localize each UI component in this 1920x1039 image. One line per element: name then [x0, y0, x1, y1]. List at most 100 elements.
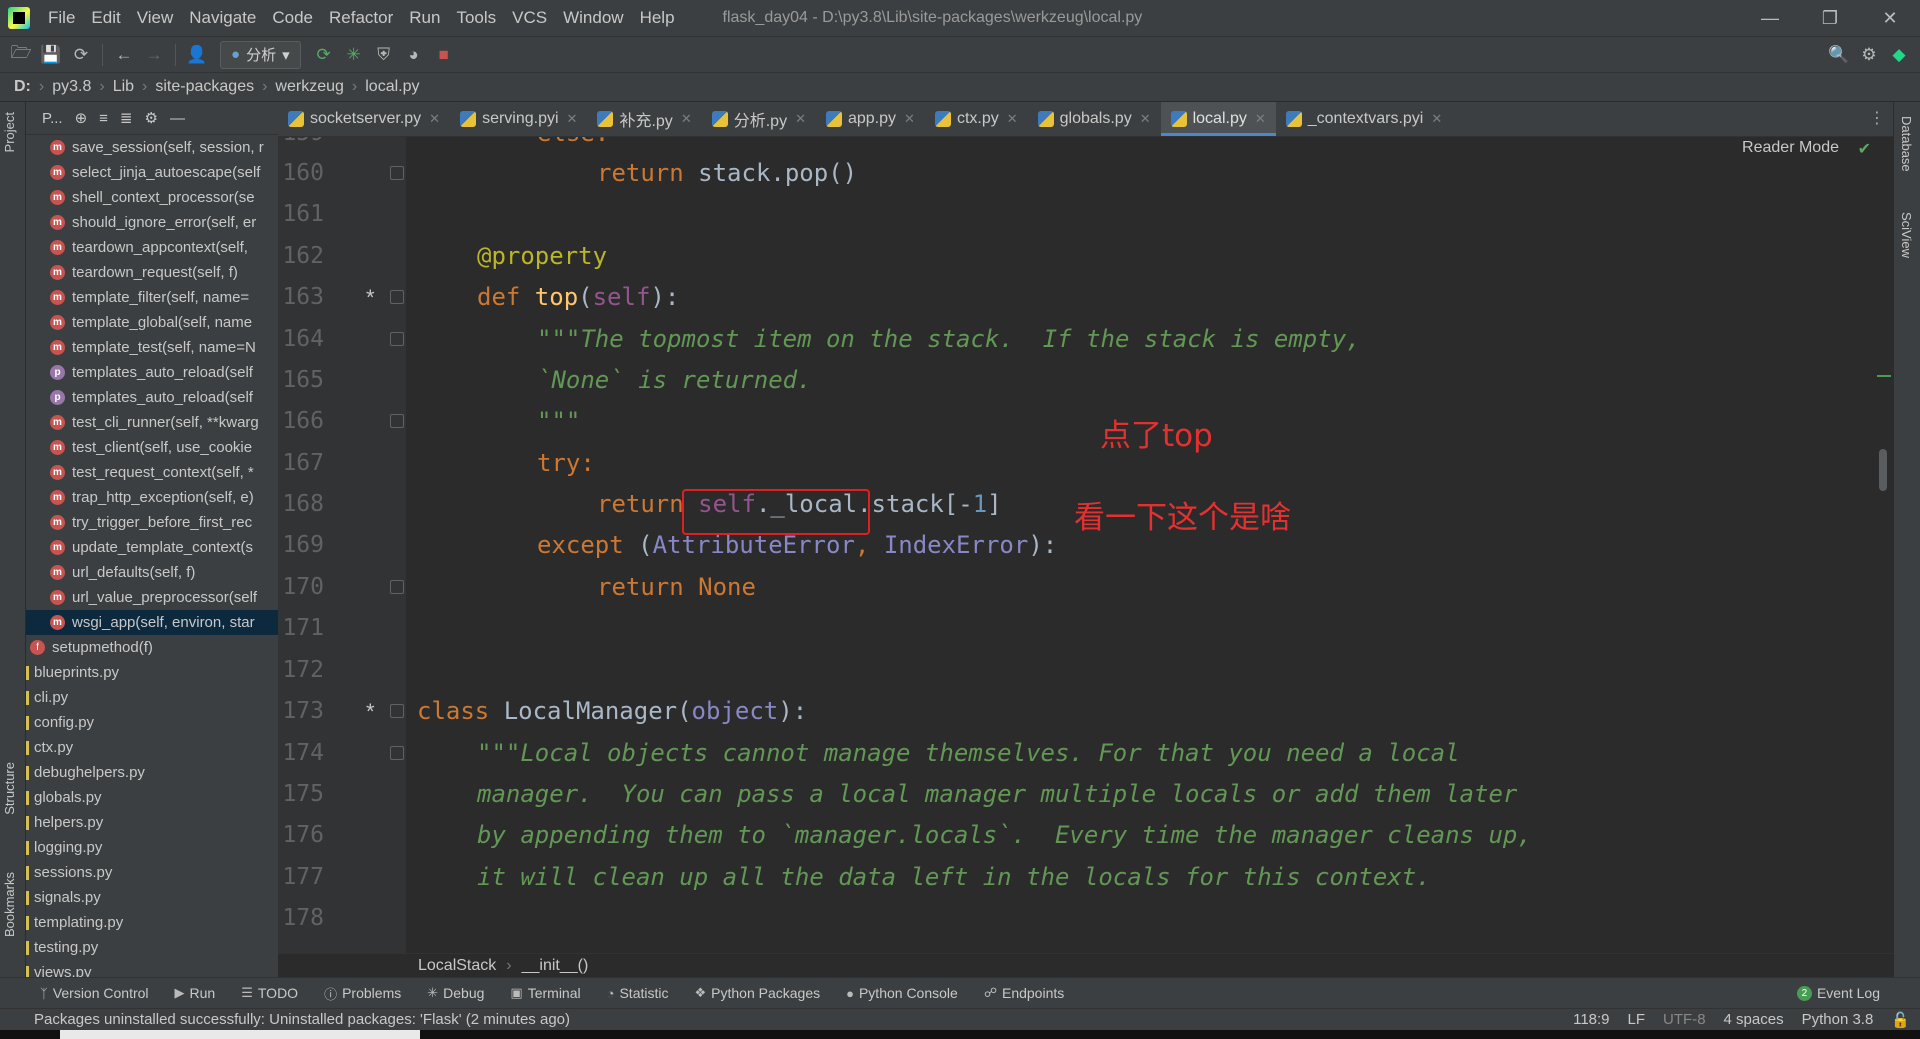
close-tab-icon[interactable]: ✕: [795, 111, 806, 127]
tree-item[interactable]: views.py: [26, 960, 278, 977]
expand-all-icon[interactable]: ≡: [99, 110, 108, 127]
menu-navigate[interactable]: Navigate: [181, 8, 264, 28]
tree-item[interactable]: m template_global(self, name: [26, 310, 278, 335]
crumb-lib[interactable]: Lib: [113, 78, 134, 96]
close-window-button[interactable]: ✕: [1860, 0, 1920, 36]
close-tab-icon[interactable]: ✕: [1140, 111, 1151, 127]
editor-tab[interactable]: 补充.py ✕: [587, 102, 701, 136]
tree-item[interactable]: m test_request_context(self, *: [26, 460, 278, 485]
tree-item[interactable]: m try_trigger_before_first_rec: [26, 510, 278, 535]
tree-item[interactable]: m wsgi_app(self, environ, star: [26, 610, 278, 635]
tree-item[interactable]: debughelpers.py: [26, 760, 278, 785]
tool-debug[interactable]: ✳ Debug: [427, 985, 484, 1001]
tool-todo[interactable]: ☰ TODO: [241, 985, 298, 1001]
menu-view[interactable]: View: [129, 8, 182, 28]
tree-item[interactable]: cli.py: [26, 685, 278, 710]
code-editor[interactable]: 159 160 161 162 163 164 165 166 167 168 169 170 171 1…: [278, 137, 1893, 953]
tree-item[interactable]: m test_client(self, use_cookie: [26, 435, 278, 460]
caret-position[interactable]: 118:9: [1573, 1011, 1609, 1029]
tab-list-menu-icon[interactable]: ⋮: [1869, 108, 1885, 128]
file-encoding[interactable]: UTF-8: [1663, 1011, 1706, 1029]
tree-item[interactable]: blueprints.py: [26, 660, 278, 685]
tool-endpoints[interactable]: ☍ Endpoints: [984, 985, 1064, 1001]
crumb-site-packages[interactable]: site-packages: [155, 78, 254, 96]
editor-scrollbar[interactable]: [1879, 449, 1887, 491]
close-tab-icon[interactable]: ✕: [681, 111, 692, 127]
forward-arrow-icon[interactable]: →: [139, 40, 169, 70]
editor-tab[interactable]: 分析.py ✕: [702, 102, 816, 136]
editor-tab[interactable]: local.py ✕: [1160, 102, 1276, 136]
crumb-init[interactable]: __init__(): [522, 957, 589, 975]
rerun-icon[interactable]: ⟳: [309, 40, 339, 70]
crumb-localstack[interactable]: LocalStack: [418, 957, 496, 975]
crumb-local-py[interactable]: local.py: [365, 78, 419, 96]
minimize-button[interactable]: —: [1740, 0, 1800, 36]
tree-item[interactable]: config.py: [26, 710, 278, 735]
database-side-tab[interactable]: Database: [1899, 116, 1914, 172]
status-message[interactable]: Packages uninstalled successfully: Unins…: [34, 1011, 570, 1028]
project-view-select[interactable]: P...: [42, 110, 63, 127]
search-icon[interactable]: 🔍: [1824, 40, 1854, 70]
open-folder-icon[interactable]: 🗁: [6, 40, 36, 70]
tool-python-packages[interactable]: ❖ Python Packages: [694, 985, 820, 1001]
tree-item[interactable]: m test_cli_runner(self, **kwarg: [26, 410, 278, 435]
tree-item[interactable]: m update_template_context(s: [26, 535, 278, 560]
editor-tab[interactable]: app.py ✕: [816, 102, 925, 136]
back-arrow-icon[interactable]: ←: [109, 40, 139, 70]
stop-icon[interactable]: ■: [429, 40, 459, 70]
settings-gear-icon[interactable]: ⚙: [1854, 40, 1884, 70]
fold-marker-icon[interactable]: [390, 704, 404, 718]
lock-icon[interactable]: 🔓: [1891, 1011, 1910, 1029]
tree-item[interactable]: helpers.py: [26, 810, 278, 835]
taskbar-window[interactable]: [60, 1030, 420, 1039]
fold-marker-icon[interactable]: [390, 290, 404, 304]
code-class-localmanager[interactable]: LocalManager: [504, 697, 677, 725]
collapse-all-icon[interactable]: ≣: [120, 109, 133, 127]
crumb-py38[interactable]: py3.8: [52, 78, 91, 96]
close-tab-icon[interactable]: ✕: [1255, 111, 1266, 127]
inspection-ok-icon[interactable]: ✔: [1858, 139, 1871, 159]
user-icon[interactable]: 👤: [182, 40, 212, 70]
menu-file[interactable]: File: [40, 8, 83, 28]
locate-icon[interactable]: ⊕: [75, 109, 88, 127]
tree-item[interactable]: m should_ignore_error(self, er: [26, 210, 278, 235]
fold-marker-icon[interactable]: [390, 332, 404, 346]
tree-item[interactable]: m shell_context_processor(se: [26, 185, 278, 210]
menu-tools[interactable]: Tools: [448, 8, 504, 28]
menu-refactor[interactable]: Refactor: [321, 8, 401, 28]
project-side-tab[interactable]: Project: [2, 112, 17, 152]
tree-item[interactable]: logging.py: [26, 835, 278, 860]
tree-item[interactable]: signals.py: [26, 885, 278, 910]
editor-tab[interactable]: _contextvars.pyi ✕: [1276, 102, 1453, 136]
tree-item[interactable]: p templates_auto_reload(self: [26, 360, 278, 385]
fold-marker-icon[interactable]: [390, 414, 404, 428]
tree-item[interactable]: m url_defaults(self, f): [26, 560, 278, 585]
close-tab-icon[interactable]: ✕: [567, 111, 578, 127]
menu-window[interactable]: Window: [555, 8, 631, 28]
tree-item[interactable]: m url_value_preprocessor(self: [26, 585, 278, 610]
tree-item[interactable]: m template_filter(self, name=: [26, 285, 278, 310]
tree-item[interactable]: sessions.py: [26, 860, 278, 885]
jetbrains-icon[interactable]: ◆: [1884, 40, 1914, 70]
close-tab-icon[interactable]: ✕: [429, 111, 440, 127]
profile-icon[interactable]: ◕: [399, 40, 429, 70]
event-log-button[interactable]: 2 Event Log: [1796, 985, 1880, 1001]
tree-item[interactable]: m teardown_appcontext(self,: [26, 235, 278, 260]
tool-problems[interactable]: ⓘ Problems: [324, 984, 401, 1003]
fold-marker-icon[interactable]: [390, 746, 404, 760]
hide-panel-icon[interactable]: —: [170, 110, 185, 127]
indent-setting[interactable]: 4 spaces: [1724, 1011, 1784, 1029]
close-tab-icon[interactable]: ✕: [904, 111, 915, 127]
run-config-select[interactable]: ● 分析 ▾: [220, 40, 301, 69]
menu-code[interactable]: Code: [264, 8, 321, 28]
code-fn-top[interactable]: top: [535, 283, 578, 311]
tree-item[interactable]: m select_jinja_autoescape(self: [26, 160, 278, 185]
tree-item[interactable]: ctx.py: [26, 735, 278, 760]
editor-tab[interactable]: serving.pyi ✕: [450, 102, 587, 136]
editor-tab[interactable]: globals.py ✕: [1028, 102, 1161, 136]
crumb-werkzeug[interactable]: werkzeug: [275, 78, 343, 96]
tree-item[interactable]: f setupmethod(f): [26, 635, 278, 660]
coverage-icon[interactable]: ⛨: [369, 40, 399, 70]
menu-vcs[interactable]: VCS: [504, 8, 555, 28]
tool-python-console[interactable]: ● Python Console: [846, 985, 958, 1001]
